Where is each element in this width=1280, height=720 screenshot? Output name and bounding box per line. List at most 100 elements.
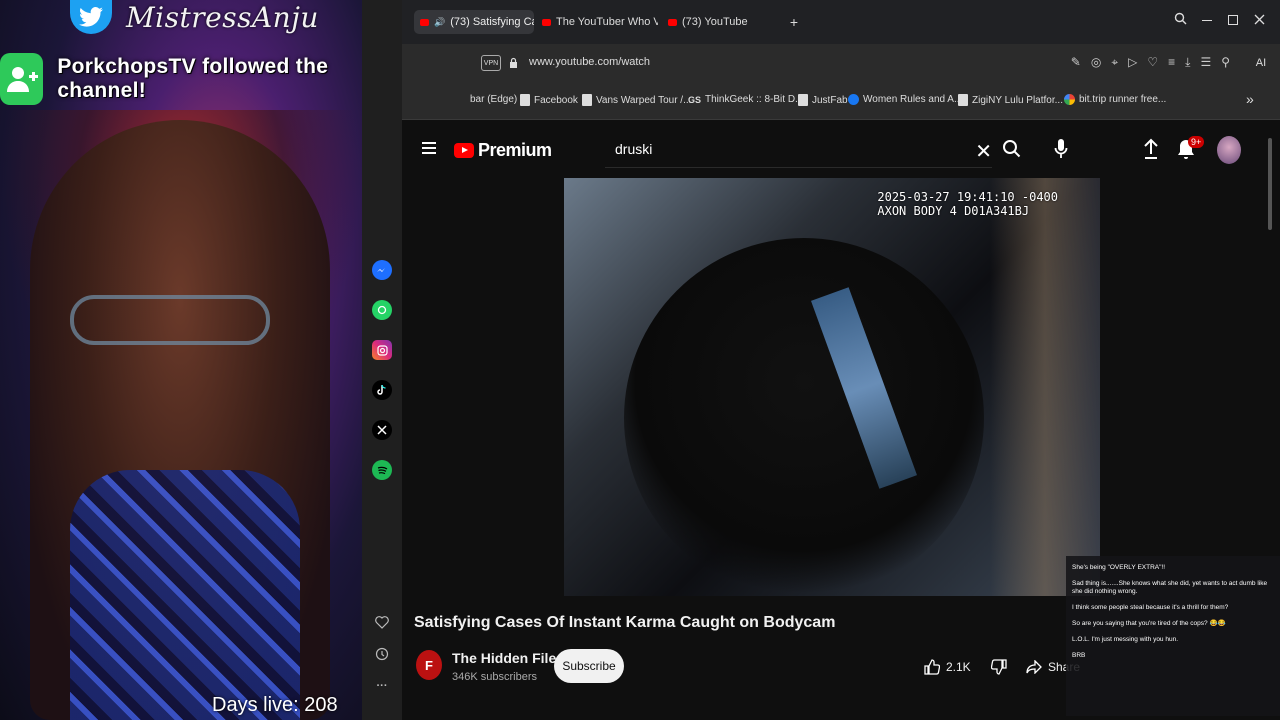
chat-message: L.O.L. I'm just messing with you hun.: [1072, 630, 1274, 644]
notification-count-badge: 9+: [1188, 136, 1205, 148]
location-icon[interactable]: ⌖: [1111, 55, 1118, 70]
chat-message: I think some people steal because it's a…: [1072, 598, 1274, 612]
chat-text: L.O.L. I'm just messing with you hun.: [1072, 636, 1179, 643]
youtube-header: Premium ✕ 9+: [402, 120, 1280, 230]
search-icon[interactable]: [1002, 139, 1021, 163]
subscribe-button[interactable]: Subscribe: [554, 649, 624, 683]
webcam-feed: MistressAnju PorkchopsTV followed the ch…: [0, 0, 362, 720]
history-clock-icon[interactable]: [372, 644, 392, 664]
profile-icon[interactable]: ⚲: [1221, 55, 1230, 70]
speaker-icon: 🔊: [434, 16, 446, 27]
like-button[interactable]: 2.1K: [914, 659, 971, 675]
bookmark-label: Vans Warped Tour /...: [596, 94, 692, 106]
messenger-icon[interactable]: [372, 260, 392, 280]
bookmark-label: bit.trip runner free...: [1079, 94, 1167, 105]
menu-icon[interactable]: ≡: [1168, 55, 1175, 70]
like-count: 2.1K: [946, 660, 971, 674]
browser-sidebar: ···: [362, 0, 402, 720]
close-window-button[interactable]: [1254, 12, 1265, 29]
url-text[interactable]: www.youtube.com/watch: [529, 56, 650, 68]
search-input[interactable]: [615, 141, 955, 157]
tiktok-icon[interactable]: [372, 380, 392, 400]
send-icon[interactable]: ▷: [1128, 55, 1137, 70]
whatsapp-icon[interactable]: [372, 300, 392, 320]
page-icon: [798, 94, 808, 106]
video-player[interactable]: 2025-03-27 19:41:10 -0400 AXON BODY 4 D0…: [564, 178, 1100, 596]
bookmark-item[interactable]: Vans Warped Tour /...: [582, 94, 691, 106]
chat-text: I think some people steal because it's a…: [1072, 604, 1229, 611]
scrollbar-thumb[interactable]: [1268, 138, 1272, 230]
add-user-icon: [0, 53, 44, 105]
follow-alert: PorkchopsTV followed the channel!: [0, 52, 362, 106]
tab-satisfying-cases[interactable]: 🔊 (73) Satisfying Cases O: [414, 10, 534, 34]
google-icon: [1064, 94, 1075, 105]
bodycam-timestamp: 2025-03-27 19:41:10 -0400 AXON BODY 4 D0…: [877, 190, 1058, 218]
channel-avatar[interactable]: F: [416, 650, 442, 680]
bookmark-item[interactable]: Facebook: [520, 94, 578, 106]
chat-message: She's being "OVERLY EXTRA"!!: [1072, 558, 1274, 572]
microphone-icon[interactable]: [1054, 138, 1068, 165]
maximize-button[interactable]: [1228, 15, 1238, 25]
edit-icon[interactable]: ✎: [1071, 55, 1081, 70]
tab-youtube-home[interactable]: (73) YouTube: [662, 10, 762, 34]
hamburger-menu-icon[interactable]: [422, 142, 436, 154]
chat-message: So are you saying that you're tired of t…: [1072, 614, 1274, 628]
channel-name[interactable]: The Hidden Files: [452, 650, 564, 666]
bookmark-item[interactable]: ZigiNY Lulu Platfor...: [958, 94, 1063, 106]
share-arrow-icon: [1026, 660, 1042, 674]
dislike-button[interactable]: [971, 659, 1007, 675]
logo-text: Premium: [478, 140, 552, 160]
bookmark-icon[interactable]: ☰: [1200, 55, 1211, 70]
ai-button[interactable]: AI: [1250, 52, 1272, 74]
thumbs-up-icon: [924, 659, 940, 675]
minimize-button[interactable]: [1202, 20, 1212, 21]
tab-label: The YouTuber Who Vanish: [556, 16, 658, 28]
bookmark-item[interactable]: JustFab: [798, 94, 848, 106]
chat-message: Sad thing is.......She knows what she di…: [1072, 574, 1274, 596]
bookmark-item[interactable]: GS ThinkGeek :: 8-Bit D...: [688, 94, 803, 105]
stream-chat-overlay: She's being "OVERLY EXTRA"!! Sad thing i…: [1066, 556, 1280, 716]
x-icon[interactable]: [372, 420, 392, 440]
youtube-favicon: [542, 18, 551, 26]
more-options-icon[interactable]: ···: [372, 676, 392, 696]
video-frame-shape: [990, 178, 1100, 596]
timestamp-line: 2025-03-27 19:41:10 -0400: [877, 190, 1058, 204]
bookmark-item[interactable]: bit.trip runner free...: [1064, 94, 1166, 105]
new-tab-button[interactable]: +: [784, 10, 804, 34]
bookmark-label: Women Rules and A...: [863, 94, 963, 105]
account-avatar[interactable]: [1217, 136, 1241, 164]
streamer-top: [70, 470, 300, 720]
youtube-play-icon: [454, 143, 474, 158]
bookmark-item[interactable]: Women Rules and A...: [848, 94, 962, 105]
twitter-icon: [70, 0, 112, 34]
lock-icon: [509, 56, 518, 74]
device-id-line: AXON BODY 4 D01A341BJ: [877, 204, 1030, 218]
chat-text: So are you saying that you're tired of t…: [1072, 620, 1226, 627]
favorites-heart-icon[interactable]: [372, 612, 392, 632]
upload-icon[interactable]: [1143, 138, 1159, 165]
clear-search-icon[interactable]: ✕: [975, 139, 992, 164]
bookmarks-overflow-button[interactable]: »: [1246, 91, 1254, 107]
search-tabs-icon[interactable]: [1174, 12, 1187, 29]
bookmark-label: bar (Edge): [470, 94, 518, 105]
instagram-icon[interactable]: [372, 340, 392, 360]
tab-youtuber-vanish[interactable]: The YouTuber Who Vanish: [536, 10, 658, 34]
tab-label: (73) YouTube: [682, 16, 748, 28]
bookmark-label: Facebook: [534, 94, 578, 106]
address-bar-actions: ✎ ◎ ⌖ ▷ ♡ ≡ ⤓ ☰ ⚲: [1071, 55, 1230, 70]
facebook-icon: [848, 94, 859, 105]
tab-strip: 🔊 (73) Satisfying Cases O The YouTuber W…: [402, 0, 1280, 44]
chat-text: BRB: [1072, 652, 1086, 659]
page-icon: [958, 94, 968, 106]
brand-row: MistressAnju: [70, 0, 319, 34]
download-icon[interactable]: ⤓: [1185, 55, 1190, 70]
address-bar-row: VPN www.youtube.com/watch ✎ ◎ ⌖ ▷ ♡ ≡ ⤓ …: [402, 44, 1280, 82]
bookmark-item[interactable]: bar (Edge): [470, 94, 517, 105]
like-dislike-group: 2.1K: [914, 650, 1020, 684]
camera-icon[interactable]: ◎: [1091, 55, 1101, 70]
spotify-icon[interactable]: [372, 460, 392, 480]
vpn-badge[interactable]: VPN: [481, 55, 501, 71]
thumbs-down-icon: [990, 659, 1007, 675]
youtube-premium-logo[interactable]: Premium: [454, 140, 552, 161]
heart-icon[interactable]: ♡: [1147, 55, 1158, 70]
